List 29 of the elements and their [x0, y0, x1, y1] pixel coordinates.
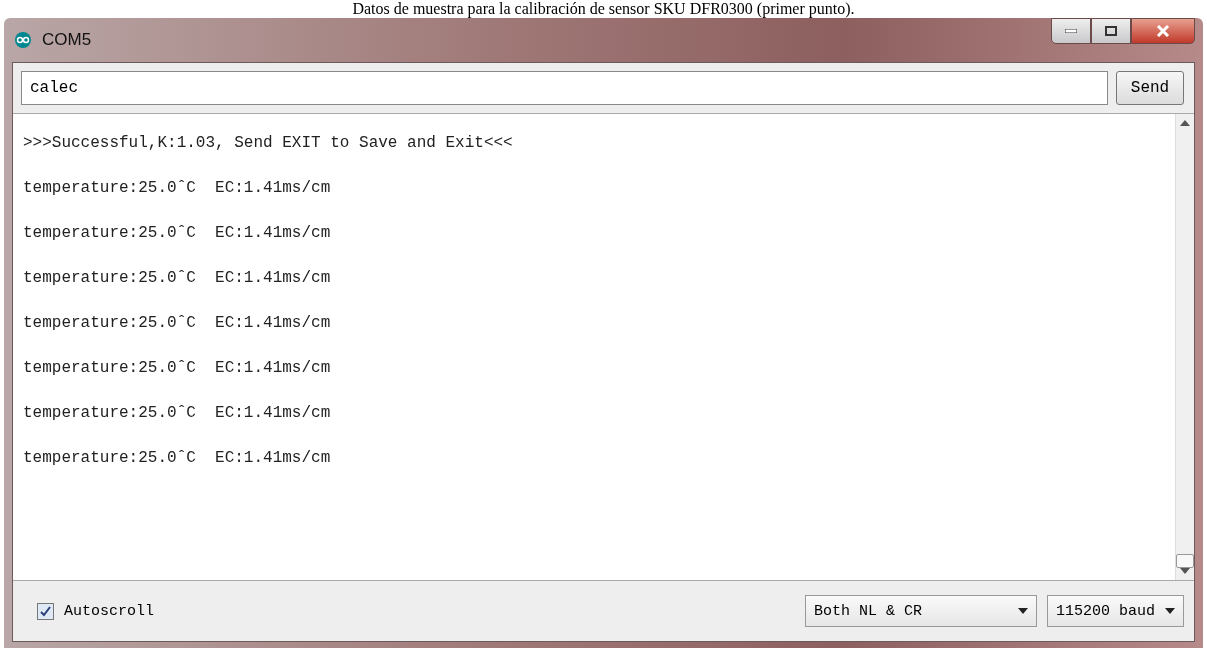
scrollbar[interactable]: [1175, 114, 1194, 580]
maximize-button[interactable]: [1091, 18, 1131, 44]
infinity-logo-icon: [12, 32, 34, 48]
scroll-thumb[interactable]: [1176, 554, 1194, 568]
line-ending-dropdown[interactable]: Both NL & CR: [804, 595, 1037, 627]
autoscroll-label: Autoscroll: [64, 602, 155, 620]
output-line: temperature:25.0ˆC EC:1.41ms/cm: [23, 403, 332, 424]
close-button[interactable]: [1131, 18, 1195, 44]
output-line: temperature:25.0ˆC EC:1.41ms/cm: [23, 268, 332, 289]
output-line: >>>Successful,K:1.03, Send EXIT to Save and Exit<<<: [23, 133, 514, 154]
output-line: temperature:25.0ˆC EC:1.41ms/cm: [23, 448, 332, 469]
output-line: temperature:25.0ˆC EC:1.41ms/cm: [23, 223, 332, 244]
caret-icon: [1165, 608, 1175, 614]
check-icon: [40, 605, 51, 617]
output-line: temperature:25.0ˆC EC:1.41ms/cm: [23, 358, 332, 379]
caret-icon: [1017, 608, 1028, 614]
minimize-button[interactable]: [1051, 18, 1091, 44]
close-icon: [1156, 25, 1170, 37]
maximize-icon: [1105, 26, 1117, 36]
scroll-up-icon: [1180, 120, 1190, 126]
send-button[interactable]: Send: [1116, 71, 1184, 105]
minimize-icon: [1065, 29, 1077, 33]
output-line: temperature:25.0ˆC EC:1.41ms/cm: [23, 178, 332, 199]
autoscroll-checkbox[interactable]: [37, 602, 54, 620]
caption: Datos de muestra para la calibración de sensor SKU DFR0300 (primer punto).: [351, 0, 856, 18]
output-line: temperature:25.0ˆC EC:1.41ms/cm: [23, 313, 332, 334]
input-field[interactable]: calec: [21, 71, 1108, 105]
window-title: COM5: [42, 30, 93, 50]
baud-rate-dropdown[interactable]: 115200 baud: [1046, 595, 1184, 627]
